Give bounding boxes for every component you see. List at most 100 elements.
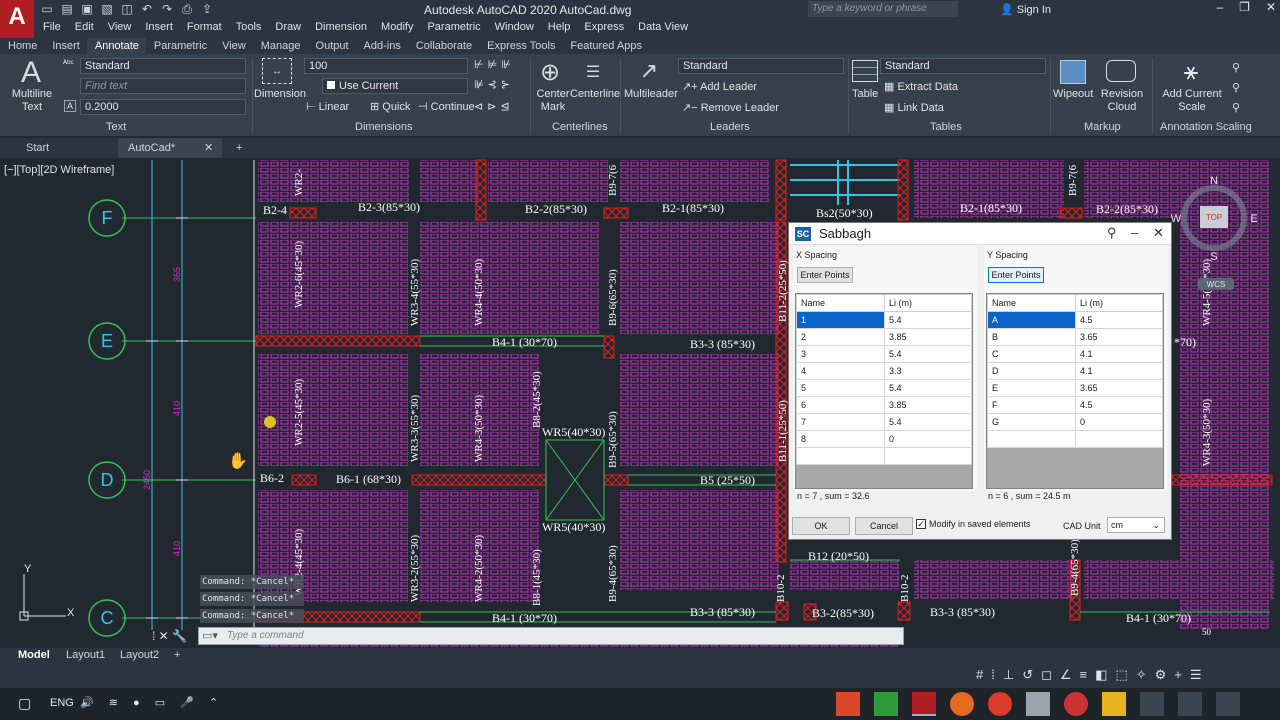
- table-row[interactable]: 3 5.4: [796, 345, 972, 363]
- multiline-text-button[interactable]: Multiline Text: [10, 88, 54, 114]
- table-row[interactable]: 5 5.4: [796, 379, 972, 397]
- revision-cloud-button[interactable]: Revision Cloud: [1100, 88, 1144, 114]
- tab-collaborate[interactable]: Collaborate: [408, 38, 479, 54]
- text-panel-title[interactable]: Text: [106, 121, 126, 133]
- selection-cycling-icon[interactable]: ⬚: [1115, 667, 1127, 683]
- transparency-icon[interactable]: ◧: [1095, 667, 1107, 683]
- dimensions-panel-title[interactable]: Dimensions: [355, 121, 412, 133]
- modify-checkbox[interactable]: ✓: [916, 519, 926, 529]
- cell-length[interactable]: 3.65: [1075, 379, 1163, 397]
- command-input[interactable]: Type a command: [198, 627, 904, 645]
- dim-layer-select[interactable]: Use Current: [322, 78, 468, 94]
- wcs-menu[interactable]: WCS: [1207, 280, 1226, 289]
- table-row[interactable]: 2 3.85: [796, 328, 972, 346]
- menu-edit[interactable]: Edit: [68, 21, 101, 33]
- app-autocad-icon[interactable]: [912, 692, 936, 716]
- table-row[interactable]: [796, 447, 972, 465]
- file-tab-autocad[interactable]: AutoCad* ✕: [118, 138, 222, 158]
- table-row[interactable]: 1 5.4: [796, 311, 972, 329]
- table-row[interactable]: [987, 430, 1163, 448]
- dim-style-select[interactable]: 100: [304, 58, 468, 74]
- snap-icon[interactable]: ⁞: [991, 667, 995, 683]
- command-menu-icon[interactable]: ▭▾: [202, 629, 218, 642]
- centerline-icon[interactable]: ☰: [578, 62, 608, 82]
- text-style-select[interactable]: Standard: [80, 58, 246, 74]
- cell-name[interactable]: [987, 430, 1076, 448]
- close-icon[interactable]: ✕: [1266, 0, 1276, 14]
- ok-button[interactable]: OK: [792, 517, 850, 535]
- new-layout-icon[interactable]: +: [174, 649, 180, 661]
- layout-tab-1[interactable]: Layout1: [66, 649, 105, 661]
- table-row[interactable]: 4 3.3: [796, 362, 972, 380]
- tab-manage[interactable]: Manage: [253, 38, 308, 54]
- menu-help[interactable]: Help: [541, 21, 578, 33]
- minimize-icon[interactable]: –: [1216, 0, 1223, 14]
- table-row[interactable]: D 4.1: [987, 362, 1163, 380]
- table-button[interactable]: Table: [852, 88, 878, 100]
- language-indicator[interactable]: ENG: [50, 697, 74, 709]
- menu-view[interactable]: View: [101, 21, 139, 33]
- ortho-icon[interactable]: ⊥: [1003, 667, 1014, 683]
- new-tab-icon[interactable]: +: [226, 138, 242, 158]
- tab-annotate[interactable]: Annotate: [86, 38, 146, 54]
- menu-parametric[interactable]: Parametric: [420, 21, 487, 33]
- menu-insert[interactable]: Insert: [138, 21, 180, 33]
- table-row[interactable]: B 3.65: [987, 328, 1163, 346]
- leader-style-select[interactable]: Standard: [678, 58, 844, 74]
- menu-window[interactable]: Window: [488, 21, 541, 33]
- customize-icon[interactable]: ☰: [1190, 667, 1202, 683]
- cell-name[interactable]: 5: [796, 379, 885, 397]
- center-mark-button[interactable]: Center Mark: [536, 88, 570, 114]
- dim-tools-3-icon[interactable]: ⊲⊳⊴: [474, 100, 514, 113]
- app-explorer-icon[interactable]: [1102, 692, 1126, 716]
- y-enter-points-button[interactable]: Enter Points: [988, 267, 1044, 283]
- app-tool-icon[interactable]: [1140, 692, 1164, 716]
- table-row[interactable]: G0: [987, 413, 1163, 431]
- tab-home[interactable]: Home: [0, 38, 44, 54]
- app-other-icon[interactable]: [1064, 692, 1088, 716]
- tab-parametric[interactable]: Parametric: [146, 38, 214, 54]
- menu-tools[interactable]: Tools: [229, 21, 269, 33]
- new-icon[interactable]: ▭: [40, 2, 54, 16]
- continue-button[interactable]: ⊣ Continue: [418, 100, 475, 113]
- save-icon[interactable]: ▣: [80, 2, 94, 16]
- scale-tools-icon[interactable]: ⚲ ⚲ ⚲: [1232, 58, 1240, 118]
- units-icon[interactable]: +: [1174, 667, 1182, 683]
- restore-icon[interactable]: ❐: [1239, 0, 1250, 14]
- minimize-icon[interactable]: –: [1131, 225, 1138, 240]
- multiline-text-icon[interactable]: A: [14, 56, 48, 90]
- cell-name[interactable]: C: [987, 345, 1076, 363]
- y-spacing-table[interactable]: Name Li (m) A 4.5 B 3.65 C 4.1 D 4.1 E 3.65 F…: [986, 293, 1164, 489]
- wipeout-icon[interactable]: [1060, 60, 1086, 84]
- polar-icon[interactable]: ↺: [1022, 667, 1033, 683]
- cell-length[interactable]: 3.85: [884, 396, 972, 414]
- link-data-button[interactable]: ▦ Link Data: [884, 101, 944, 114]
- file-tab-start[interactable]: Start: [16, 138, 106, 158]
- app-camtasia-icon[interactable]: [874, 692, 898, 716]
- cell-length[interactable]: 0: [1075, 413, 1163, 431]
- dim-tools-icon[interactable]: ⊬⊭⊮: [474, 58, 515, 71]
- add-scale-icon[interactable]: ⚹: [1176, 58, 1206, 86]
- layout-tab-model[interactable]: Model: [18, 649, 50, 661]
- cell-name[interactable]: 2: [796, 328, 885, 346]
- command-close-icon[interactable]: ⁞ ✕ 🔧: [152, 629, 187, 643]
- start-icon[interactable]: [1216, 692, 1240, 716]
- menu-modify[interactable]: Modify: [374, 21, 420, 33]
- notification-icon[interactable]: ▢: [18, 695, 31, 712]
- cell-length[interactable]: 4.1: [1075, 345, 1163, 363]
- tab-view[interactable]: View: [214, 38, 253, 54]
- tray-icons[interactable]: 🔊 ≋ ● ▭ 🎤 ⌃: [80, 696, 224, 709]
- cell-name[interactable]: 4: [796, 362, 885, 380]
- close-tab-icon[interactable]: ✕: [204, 138, 213, 158]
- app-c-icon[interactable]: [836, 692, 860, 716]
- remove-leader-button[interactable]: ↗− Remove Leader: [682, 101, 779, 114]
- cell-length[interactable]: [884, 447, 972, 465]
- dialog-title-bar[interactable]: SC Sabbagh ⚲ – ✕: [789, 223, 1171, 245]
- cell-length[interactable]: 0: [884, 430, 972, 448]
- dim-tools-2-icon[interactable]: ⊯⊰⊱: [474, 78, 514, 91]
- cell-name[interactable]: B: [987, 328, 1076, 346]
- autocad-logo-icon[interactable]: A: [0, 0, 34, 38]
- menu-draw[interactable]: Draw: [268, 21, 308, 33]
- cell-name[interactable]: 6: [796, 396, 885, 414]
- cell-name[interactable]: E: [987, 379, 1076, 397]
